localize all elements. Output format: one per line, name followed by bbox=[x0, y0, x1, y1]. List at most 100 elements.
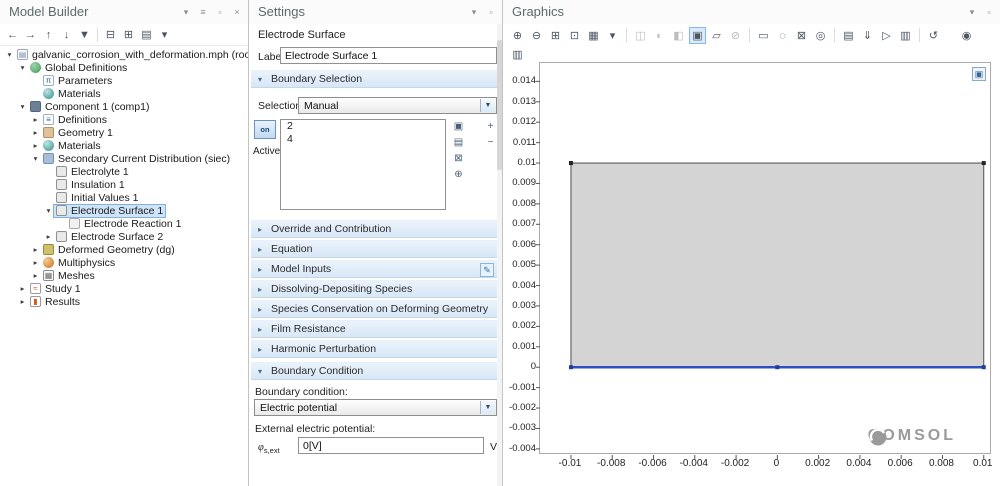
zoom-to-selection-icon[interactable]: ⊕ bbox=[451, 168, 466, 183]
copy-selection-icon[interactable]: ▣ bbox=[451, 120, 466, 135]
section-boundary-selection[interactable]: ▾ Boundary Selection bbox=[251, 70, 497, 88]
print-icon[interactable]: ▥ bbox=[509, 46, 526, 63]
select-lasso-icon[interactable]: ◌ bbox=[774, 27, 791, 44]
section-species-conservation-on-deforming-geometry[interactable]: ▸Species Conservation on Deforming Geome… bbox=[251, 300, 497, 318]
expand-all-icon[interactable]: ⊞ bbox=[120, 26, 137, 43]
float-panel-icon[interactable]: ▫ bbox=[213, 5, 227, 19]
tree-item-meshes[interactable]: ▸▦Meshes bbox=[0, 269, 248, 282]
collapse-arrow-icon[interactable]: ▾ bbox=[43, 206, 54, 215]
forward-icon[interactable]: → bbox=[22, 26, 39, 43]
hide-panel-icon[interactable]: × bbox=[230, 5, 244, 19]
reset-view-icon[interactable]: ↺ bbox=[925, 27, 942, 44]
section-equation[interactable]: ▸Equation bbox=[251, 240, 497, 258]
tree-item-geometry-1[interactable]: ▸Geometry 1 bbox=[0, 126, 248, 139]
tree-item-initial-values-1[interactable]: Initial Values 1 bbox=[0, 191, 248, 204]
settings-scrollbar[interactable] bbox=[497, 24, 502, 486]
selected-entity[interactable]: 4 bbox=[281, 133, 445, 146]
section-dissolving-depositing-species[interactable]: ▸Dissolving-Depositing Species bbox=[251, 280, 497, 298]
back-icon[interactable]: ← bbox=[4, 26, 21, 43]
collapse-arrow-icon[interactable]: ▾ bbox=[4, 50, 15, 59]
section-harmonic-perturbation[interactable]: ▸Harmonic Perturbation bbox=[251, 340, 497, 358]
zoom-box-icon[interactable]: ⊞ bbox=[547, 27, 564, 44]
animation-icon[interactable]: ▷ bbox=[878, 27, 895, 44]
clear-selection-icon[interactable]: ⊠ bbox=[451, 152, 466, 167]
tree-item-electrode-surface-2[interactable]: ▸Electrode Surface 2 bbox=[0, 230, 248, 243]
tree-item-label: Insulation 1 bbox=[71, 179, 125, 191]
selected-entity[interactable]: 2 bbox=[281, 120, 445, 133]
external-potential-input[interactable] bbox=[298, 437, 484, 454]
add-to-selection-icon[interactable]: + bbox=[483, 120, 498, 135]
deselect-box-icon[interactable]: ⊠ bbox=[793, 27, 810, 44]
expand-arrow-icon[interactable]: ▸ bbox=[17, 297, 28, 306]
tree-settings-icon[interactable]: ▤ bbox=[138, 26, 155, 43]
expand-arrow-icon[interactable]: ▸ bbox=[43, 232, 54, 241]
export-image-icon[interactable]: ⇓ bbox=[859, 27, 876, 44]
paste-selection-icon[interactable]: ▤ bbox=[451, 136, 466, 151]
move-down-icon[interactable]: ↓ bbox=[58, 26, 75, 43]
label-input[interactable] bbox=[280, 47, 497, 64]
tree-item-electrolyte-1[interactable]: Electrolyte 1 bbox=[0, 165, 248, 178]
expand-arrow-icon[interactable]: ▸ bbox=[30, 271, 41, 280]
camera-icon[interactable]: ◉ bbox=[958, 27, 975, 44]
expand-arrow-icon[interactable]: ▸ bbox=[17, 284, 28, 293]
selection-dropdown[interactable]: Manual ▼ bbox=[298, 97, 497, 114]
axis-limits-icon[interactable]: ▦ bbox=[585, 27, 602, 44]
expand-arrow-icon[interactable]: ▸ bbox=[30, 128, 41, 137]
print-plot-icon[interactable]: ▥ bbox=[897, 27, 914, 44]
geometry-plot-canvas[interactable] bbox=[540, 63, 992, 455]
tree-item-electrode-reaction-1[interactable]: Electrode Reaction 1 bbox=[0, 217, 248, 230]
tree-item-materials[interactable]: ▸Materials bbox=[0, 139, 248, 152]
tree-item-global-definitions[interactable]: ▾Global Definitions bbox=[0, 61, 248, 74]
tree-item-definitions[interactable]: ▸≡Definitions bbox=[0, 113, 248, 126]
geometry-plot[interactable]: ▣ COMSOL bbox=[539, 62, 991, 454]
model-tree-menu-icon[interactable]: ▾ bbox=[179, 5, 193, 19]
zoom-selected-icon[interactable]: ◎ bbox=[812, 27, 829, 44]
edit-model-inputs-icon[interactable]: ✎ bbox=[480, 263, 494, 277]
active-toggle[interactable]: on bbox=[254, 120, 276, 139]
float-panel-icon[interactable]: ▫ bbox=[982, 5, 996, 19]
boundary-condition-dropdown[interactable]: Electric potential ▼ bbox=[254, 399, 497, 416]
filter-icon[interactable]: ▼ bbox=[76, 26, 93, 43]
tree-item-results[interactable]: ▸▮Results bbox=[0, 295, 248, 308]
view-menu-icon[interactable]: ▾ bbox=[604, 27, 621, 44]
color-theme-icon: ◧ bbox=[670, 27, 687, 44]
panel-menu-icon[interactable]: ▾ bbox=[965, 5, 979, 19]
toolbar-toggle-icon[interactable]: ≡ bbox=[196, 5, 210, 19]
collapse-arrow-icon[interactable]: ▾ bbox=[30, 154, 41, 163]
remove-from-selection-icon[interactable]: − bbox=[483, 136, 498, 151]
section-boundary-condition[interactable]: ▾ Boundary Condition bbox=[251, 362, 497, 380]
tree-item-parameters[interactable]: πParameters bbox=[0, 74, 248, 87]
tree-item-study-1[interactable]: ▸≈Study 1 bbox=[0, 282, 248, 295]
tree-item-materials[interactable]: Materials bbox=[0, 87, 248, 100]
tree-item-secondary-current-distribution-siec[interactable]: ▾Secondary Current Distribution (siec) bbox=[0, 152, 248, 165]
float-panel-icon[interactable]: ▫ bbox=[484, 5, 498, 19]
deformed-icon bbox=[43, 244, 54, 255]
orthographic-projection-icon[interactable]: ▣ bbox=[689, 27, 706, 44]
tree-item-insulation-1[interactable]: Insulation 1 bbox=[0, 178, 248, 191]
zoom-extents-icon[interactable]: ⊡ bbox=[566, 27, 583, 44]
move-up-icon[interactable]: ↑ bbox=[40, 26, 57, 43]
panel-menu-icon[interactable]: ▾ bbox=[467, 5, 481, 19]
tree-settings-menu-icon[interactable]: ▾ bbox=[156, 26, 173, 43]
expand-arrow-icon[interactable]: ▸ bbox=[30, 245, 41, 254]
collapse-all-icon[interactable]: ⊟ bbox=[102, 26, 119, 43]
section-override-and-contribution[interactable]: ▸Override and Contribution bbox=[251, 220, 497, 238]
tree-item-deformed-geometry-dg[interactable]: ▸Deformed Geometry (dg) bbox=[0, 243, 248, 256]
collapse-arrow-icon[interactable]: ▾ bbox=[17, 63, 28, 72]
select-box-icon[interactable]: ▭ bbox=[755, 27, 772, 44]
plot-settings-icon[interactable]: ▤ bbox=[840, 27, 857, 44]
tree-item-component-1-comp1[interactable]: ▾Component 1 (comp1) bbox=[0, 100, 248, 113]
perspective-projection-icon[interactable]: ▱ bbox=[708, 27, 725, 44]
tree-item-multiphysics[interactable]: ▸Multiphysics bbox=[0, 256, 248, 269]
tree-item-galvanic-corrosion-with-deformation-mph-root[interactable]: ▾▤galvanic_corrosion_with_deformation.mp… bbox=[0, 48, 248, 61]
tree-item-electrode-surface-1[interactable]: ▾Electrode Surface 1 bbox=[0, 204, 248, 217]
expand-arrow-icon[interactable]: ▸ bbox=[30, 258, 41, 267]
expand-arrow-icon[interactable]: ▸ bbox=[30, 141, 41, 150]
zoom-out-icon[interactable]: ⊖ bbox=[528, 27, 545, 44]
expand-arrow-icon[interactable]: ▸ bbox=[30, 115, 41, 124]
zoom-in-icon[interactable]: ⊕ bbox=[509, 27, 526, 44]
collapse-arrow-icon[interactable]: ▾ bbox=[17, 102, 28, 111]
section-film-resistance[interactable]: ▸Film Resistance bbox=[251, 320, 497, 338]
selection-listbox[interactable]: 24 bbox=[280, 119, 446, 210]
section-model-inputs[interactable]: ▸Model Inputs✎ bbox=[251, 260, 497, 278]
